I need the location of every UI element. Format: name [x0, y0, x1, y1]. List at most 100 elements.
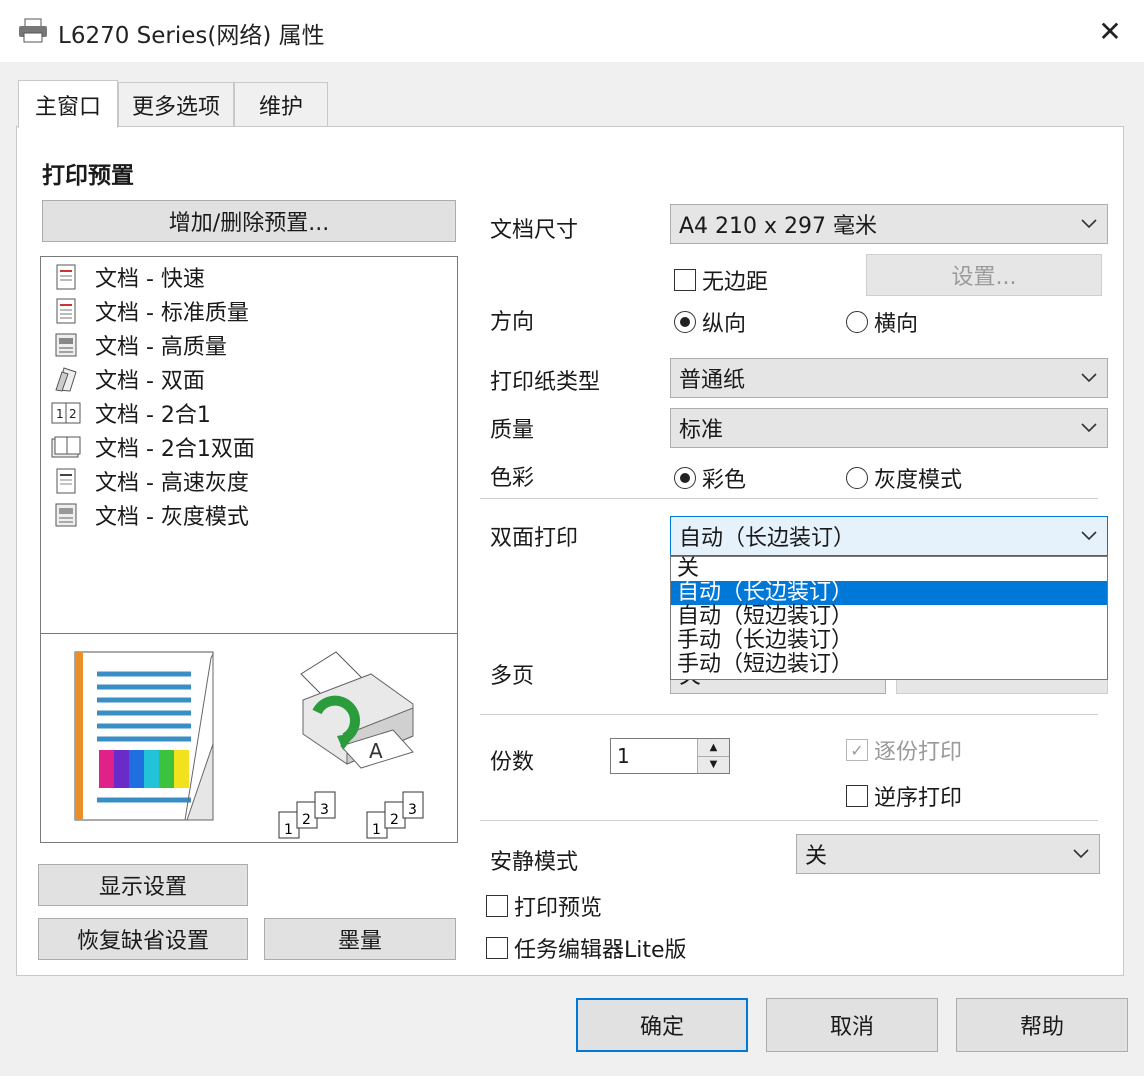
divider — [480, 498, 1098, 499]
preset-item[interactable]: 文档 - 高质量 — [51, 329, 227, 361]
document-high-quality-icon — [51, 332, 81, 358]
svg-text:2: 2 — [390, 812, 399, 828]
page-preview-image — [74, 651, 214, 821]
preset-item[interactable]: 文档 - 标准质量 — [51, 295, 249, 327]
chevron-down-icon — [1071, 409, 1107, 447]
color-label: 色彩 — [490, 466, 535, 491]
tab-main[interactable]: 主窗口 — [18, 80, 118, 128]
svg-text:A: A — [369, 739, 383, 763]
svg-text:2: 2 — [69, 407, 77, 421]
orientation-portrait-radio[interactable]: 纵向 — [674, 306, 746, 338]
quality-value: 标准 — [679, 418, 724, 443]
chevron-down-icon — [1071, 205, 1107, 243]
print-preview-label: 打印预览 — [514, 896, 603, 921]
cancel-button[interactable]: 取消 — [766, 998, 938, 1052]
copies-stepper[interactable]: 1 ▲ ▼ — [610, 738, 730, 774]
add-delete-presets-button[interactable]: 增加/删除预置... — [42, 200, 456, 242]
paper-type-label: 打印纸类型 — [490, 370, 601, 395]
preset-label: 文档 - 双面 — [95, 369, 205, 394]
tab-maintenance[interactable]: 维护 — [234, 82, 328, 126]
show-settings-button[interactable]: 显示设置 — [38, 864, 248, 906]
preset-label: 文档 - 高速灰度 — [95, 471, 249, 496]
reverse-order-checkbox[interactable]: 逆序打印 — [846, 780, 962, 812]
preset-label: 文档 - 2合1 — [95, 403, 211, 428]
copies-label: 份数 — [490, 750, 535, 775]
duplex-option-manual-long[interactable]: 手动（长边装订） — [671, 629, 1107, 653]
preset-item[interactable]: 文档 - 快速 — [51, 261, 205, 293]
radio-selected — [674, 311, 696, 333]
svg-text:2: 2 — [302, 812, 311, 828]
svg-text:3: 3 — [320, 802, 329, 818]
ok-button[interactable]: 确定 — [576, 998, 748, 1052]
preset-item[interactable]: 文档 - 2合1双面 — [51, 431, 255, 463]
grayscale-option-label: 灰度模式 — [874, 468, 963, 493]
print-preview-checkbox[interactable]: 打印预览 — [486, 890, 602, 922]
chevron-down-icon — [1071, 359, 1107, 397]
collate-stack-icon: 1 2 3 — [278, 791, 336, 839]
restore-defaults-button[interactable]: 恢复缺省设置 — [38, 918, 248, 960]
collate-label: 逐份打印 — [874, 740, 963, 765]
checkbox-box — [486, 937, 508, 959]
orientation-landscape-radio[interactable]: 横向 — [846, 306, 918, 338]
window-title: L6270 Series(网络) 属性 — [58, 23, 325, 49]
checkbox-box — [674, 269, 696, 291]
grayscale-radio[interactable]: 灰度模式 — [846, 462, 962, 494]
two-up-icon: 12 — [51, 400, 81, 426]
job-arranger-checkbox[interactable]: 任务编辑器Lite版 — [486, 932, 687, 964]
document-standard-icon — [51, 298, 81, 324]
duplex-option-off[interactable]: 关 — [671, 557, 1107, 581]
preset-label: 文档 - 标准质量 — [95, 301, 249, 326]
duplex-option-auto-long[interactable]: 自动（长边装订） — [671, 581, 1107, 605]
paper-type-value: 普通纸 — [679, 368, 746, 393]
radio-selected — [674, 467, 696, 489]
preset-item[interactable]: 文档 - 灰度模式 — [51, 499, 249, 531]
doc-size-value: A4 210 x 297 毫米 — [679, 214, 878, 239]
paper-settings-button[interactable]: 设置... — [866, 254, 1102, 296]
ink-levels-button[interactable]: 墨量 — [264, 918, 456, 960]
duplex-option-manual-short[interactable]: 手动（短边装订） — [671, 653, 1107, 677]
svg-text:3: 3 — [408, 802, 417, 818]
svg-text:1: 1 — [372, 822, 381, 838]
preset-label: 文档 - 快速 — [95, 267, 205, 292]
preset-label: 文档 - 高质量 — [95, 335, 227, 360]
doc-size-select[interactable]: A4 210 x 297 毫米 — [670, 204, 1108, 244]
close-button[interactable]: ✕ — [1088, 10, 1132, 52]
duplex-select[interactable]: 自动（长边装订） — [670, 516, 1108, 556]
borderless-checkbox[interactable]: 无边距 — [674, 264, 768, 296]
tab-more-options[interactable]: 更多选项 — [118, 82, 234, 126]
doc-size-label: 文档尺寸 — [490, 218, 579, 243]
orientation-label: 方向 — [490, 310, 535, 335]
preset-item[interactable]: 12 文档 - 2合1 — [51, 397, 211, 429]
color-radio[interactable]: 彩色 — [674, 462, 746, 494]
paper-type-select[interactable]: 普通纸 — [670, 358, 1108, 398]
help-button[interactable]: 帮助 — [956, 998, 1128, 1052]
increment-arrow-icon[interactable]: ▲ — [698, 739, 729, 756]
preset-list: 文档 - 快速 文档 - 标准质量 文档 - 高质量 文档 - 双面 12 文档… — [40, 256, 458, 634]
preset-item[interactable]: 文档 - 高速灰度 — [51, 465, 249, 497]
copies-value: 1 — [617, 744, 630, 768]
quality-select[interactable]: 标准 — [670, 408, 1108, 448]
chevron-down-icon — [1063, 835, 1099, 873]
quality-label: 质量 — [490, 418, 535, 443]
printer-preview-image: A — [300, 651, 414, 769]
duplex-value: 自动（长边装订） — [679, 526, 856, 551]
collate-checkbox[interactable]: ✓ 逐份打印 — [846, 734, 962, 766]
landscape-label: 横向 — [874, 312, 919, 337]
duplex-dropdown-list: 关 自动（长边装订） 自动（短边装订） 手动（长边装订） 手动（短边装订） — [670, 556, 1108, 680]
preset-label: 文档 - 2合1双面 — [95, 437, 255, 462]
preset-item[interactable]: 文档 - 双面 — [51, 363, 205, 395]
document-duplex-icon — [51, 366, 81, 392]
two-up-duplex-icon — [51, 434, 81, 460]
radio-unselected — [846, 311, 868, 333]
svg-text:1: 1 — [56, 407, 64, 421]
presets-title: 打印预置 — [42, 163, 134, 189]
checkbox-box — [486, 895, 508, 917]
decrement-arrow-icon[interactable]: ▼ — [698, 755, 729, 773]
duplex-option-auto-short[interactable]: 自动（短边装订） — [671, 605, 1107, 629]
divider — [480, 714, 1098, 715]
quiet-mode-select[interactable]: 关 — [796, 834, 1100, 874]
job-arranger-label: 任务编辑器Lite版 — [514, 938, 687, 963]
document-grayscale-fast-icon — [51, 468, 81, 494]
reverse-order-label: 逆序打印 — [874, 786, 963, 811]
checkbox-box — [846, 785, 868, 807]
